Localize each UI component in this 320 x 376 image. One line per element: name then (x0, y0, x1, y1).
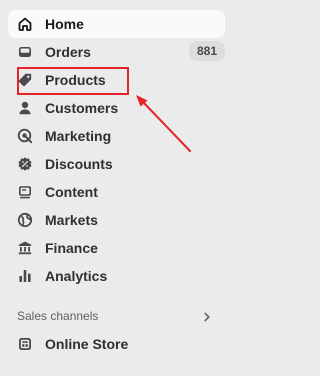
sidebar-item-home[interactable]: Home (8, 10, 225, 38)
sidebar-item-online-store[interactable]: Online Store (8, 330, 225, 358)
sidebar-item-finance[interactable]: Finance (8, 234, 225, 262)
sidebar-item-discounts[interactable]: Discounts (8, 150, 225, 178)
sidebar-item-label: Finance (45, 240, 98, 256)
sidebar-item-customers[interactable]: Customers (8, 94, 225, 122)
sidebar-item-label: Online Store (45, 336, 129, 352)
target-icon (17, 128, 33, 144)
sidebar-item-label: Customers (45, 100, 119, 116)
orders-count-badge: 881 (188, 41, 225, 61)
sidebar-item-label: Products (45, 72, 106, 88)
discount-icon (17, 156, 33, 172)
inbox-icon (17, 44, 33, 60)
globe-icon (17, 212, 33, 228)
sidebar-item-label: Marketing (45, 128, 112, 144)
home-icon (17, 16, 33, 32)
sidebar-item-label: Orders (45, 44, 91, 60)
content-icon (17, 184, 33, 200)
bank-icon (17, 240, 33, 256)
sidebar-item-label: Content (45, 184, 98, 200)
person-icon (17, 100, 33, 116)
sidebar-item-orders[interactable]: Orders 881 (8, 38, 225, 66)
sidebar-item-label: Markets (45, 212, 98, 228)
sidebar-item-markets[interactable]: Markets (8, 206, 225, 234)
sidebar-item-label: Home (45, 16, 84, 32)
sidebar-item-products[interactable]: Products (8, 66, 225, 94)
sales-channels-header[interactable]: Sales channels (17, 304, 217, 328)
sidebar-item-analytics[interactable]: Analytics (8, 262, 225, 290)
bar-chart-icon (17, 268, 33, 284)
chevron-right-icon[interactable] (201, 310, 213, 322)
tag-icon (17, 72, 33, 88)
sidebar-item-label: Discounts (45, 156, 113, 172)
sidebar-item-content[interactable]: Content (8, 178, 225, 206)
sales-channels-title: Sales channels (17, 309, 99, 323)
store-icon (17, 336, 33, 352)
sidebar-item-marketing[interactable]: Marketing (8, 122, 225, 150)
sidebar-item-label: Analytics (45, 268, 108, 284)
